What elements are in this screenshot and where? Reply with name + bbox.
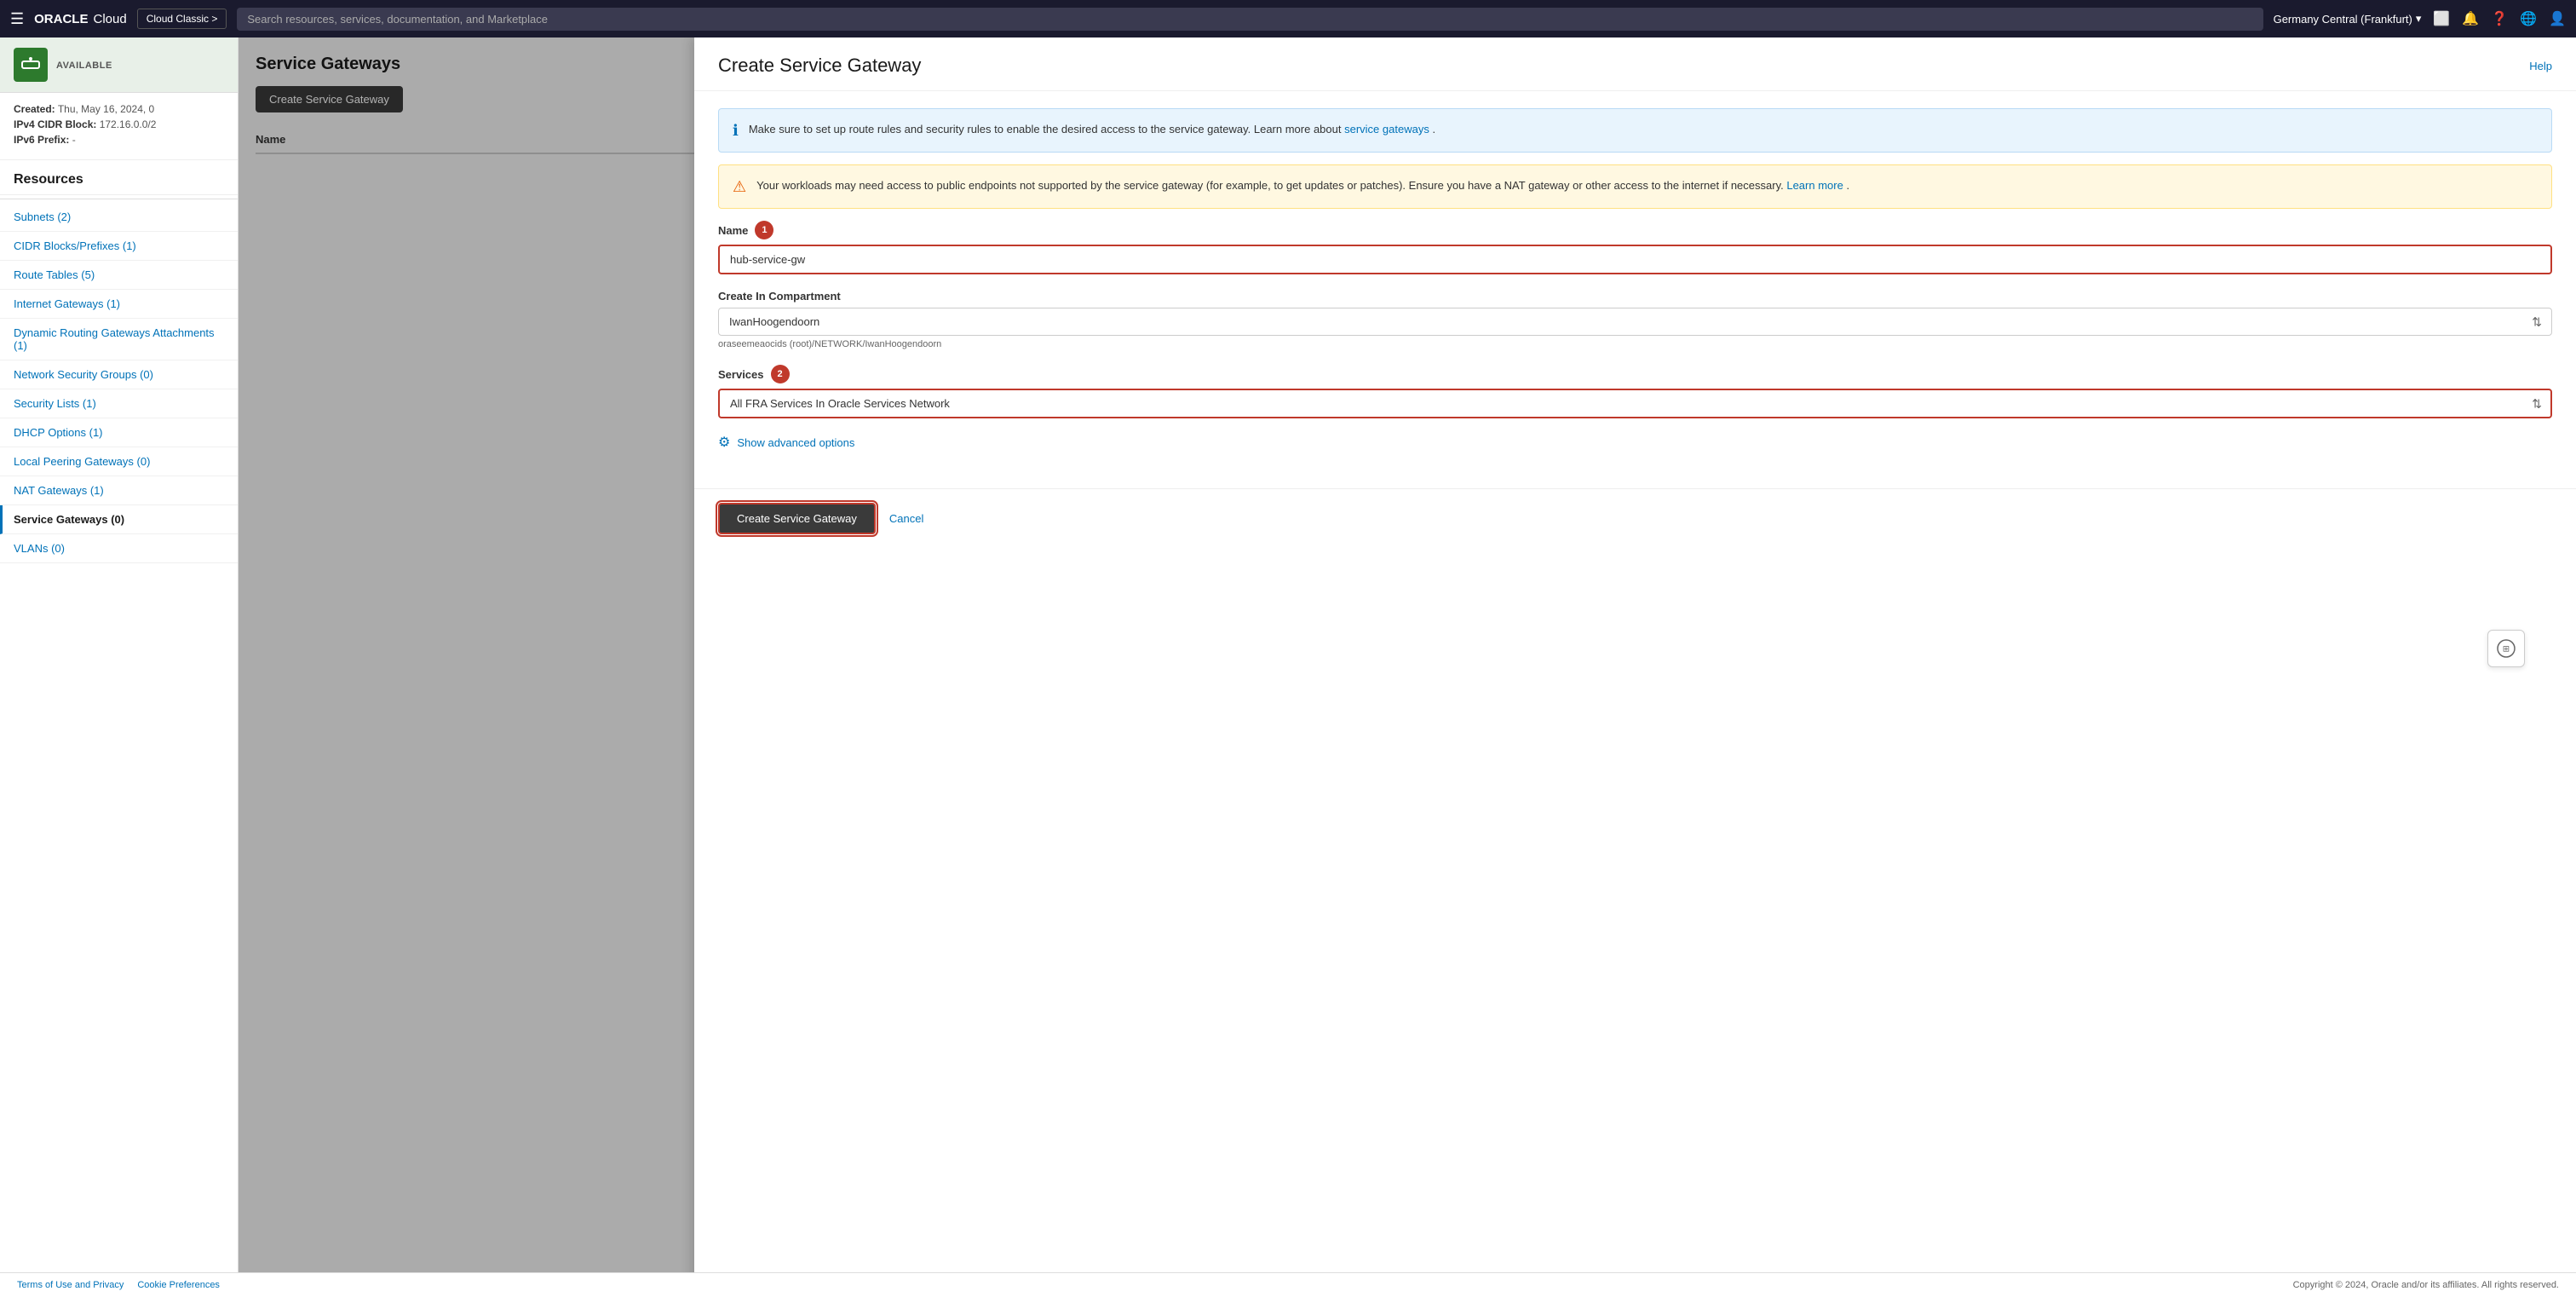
services-form-group: Services 2 All FRA Services In Oracle Se…	[718, 365, 2552, 418]
compartment-select[interactable]: IwanHoogendoorn	[718, 308, 2552, 336]
name-step-badge: 1	[755, 221, 773, 239]
warning-icon: ⚠	[733, 178, 746, 196]
dialog-body: ℹ Make sure to set up route rules and se…	[694, 91, 2576, 488]
help-link[interactable]: Help	[2529, 60, 2552, 72]
footer-copyright: Copyright © 2024, Oracle and/or its affi…	[2293, 1280, 2559, 1290]
sidebar-item-nat-gateways[interactable]: NAT Gateways (1)	[0, 476, 238, 505]
left-panel: AVAILABLE Created: Thu, May 16, 2024, 0 …	[0, 37, 239, 1297]
svg-text:⊞: ⊞	[2503, 645, 2510, 654]
show-advanced-options[interactable]: ⚙ Show advanced options	[718, 434, 2552, 451]
info-banner-blue: ℹ Make sure to set up route rules and se…	[718, 108, 2552, 153]
compartment-form-group: Create In Compartment IwanHoogendoorn ⇅ …	[718, 290, 2552, 349]
sidebar-item-network-security-groups[interactable]: Network Security Groups (0)	[0, 360, 238, 389]
warning-banner: ⚠ Your workloads may need access to publ…	[718, 164, 2552, 209]
learn-more-link[interactable]: Learn more	[1786, 179, 1843, 192]
compartment-select-wrapper: IwanHoogendoorn ⇅	[718, 308, 2552, 336]
main-layout: AVAILABLE Created: Thu, May 16, 2024, 0 …	[0, 37, 2576, 1297]
cloud-classic-button[interactable]: Cloud Classic >	[137, 9, 227, 29]
language-icon[interactable]: 🌐	[2520, 10, 2537, 27]
services-select[interactable]: All FRA Services In Oracle Services Netw…	[718, 389, 2552, 418]
resources-heading: Resources	[0, 160, 238, 195]
vcn-status-info: AVAILABLE	[56, 59, 112, 71]
sidebar-item-dhcp-options[interactable]: DHCP Options (1)	[0, 418, 238, 447]
notifications-icon[interactable]: 🔔	[2462, 10, 2479, 27]
sidebar-item-subnets[interactable]: Subnets (2)	[0, 203, 238, 232]
compartment-label: Create In Compartment	[718, 290, 2552, 303]
created-info: Created: Thu, May 16, 2024, 0	[14, 103, 224, 115]
sidebar-item-internet-gateways[interactable]: Internet Gateways (1)	[0, 290, 238, 319]
ipv6-info: IPv6 Prefix: -	[14, 134, 224, 146]
main-content: Service Gateways Create Service Gateway …	[239, 37, 2576, 1297]
sidebar-item-cidr-blocks[interactable]: CIDR Blocks/Prefixes (1)	[0, 232, 238, 261]
cancel-link[interactable]: Cancel	[889, 512, 923, 525]
sidebar-item-vlans[interactable]: VLANs (0)	[0, 534, 238, 563]
dialog-footer: Create Service Gateway Cancel	[694, 488, 2576, 548]
help-widget[interactable]: ⊞	[2487, 630, 2525, 667]
name-input[interactable]	[718, 245, 2552, 274]
services-step-badge: 2	[771, 365, 790, 383]
sidebar-item-service-gateways[interactable]: Service Gateways (0)	[0, 505, 238, 534]
terms-link[interactable]: Terms of Use and Privacy	[17, 1280, 124, 1290]
services-select-wrapper: All FRA Services In Oracle Services Netw…	[718, 389, 2552, 418]
dialog-title: Create Service Gateway	[718, 55, 921, 77]
info-banner-text: Make sure to set up route rules and secu…	[749, 121, 1435, 138]
create-service-gateway-dialog: Create Service Gateway Help ℹ Make sure …	[694, 37, 2576, 1297]
create-service-gateway-button-main[interactable]: Create Service Gateway	[718, 503, 876, 534]
vcn-status-badge: AVAILABLE	[56, 61, 112, 71]
top-navigation: ☰ ORACLE Cloud Cloud Classic > Germany C…	[0, 0, 2576, 37]
oracle-logo: ORACLE Cloud	[34, 12, 127, 26]
search-input[interactable]	[237, 8, 2263, 31]
code-editor-icon[interactable]: ⬜	[2433, 10, 2450, 27]
vcn-header: AVAILABLE	[0, 37, 238, 93]
cookie-preferences-link[interactable]: Cookie Preferences	[137, 1280, 220, 1290]
hamburger-menu-icon[interactable]: ☰	[10, 10, 24, 28]
name-label: Name 1	[718, 221, 2552, 239]
sidebar-item-route-tables[interactable]: Route Tables (5)	[0, 261, 238, 290]
help-icon[interactable]: ❓	[2491, 10, 2508, 27]
ipv4-info: IPv4 CIDR Block: 172.16.0.0/2	[14, 118, 224, 130]
dialog-header: Create Service Gateway Help	[694, 37, 2576, 91]
nav-right-section: Germany Central (Frankfurt) ▾ ⬜ 🔔 ❓ 🌐 👤	[2274, 10, 2566, 27]
info-icon: ℹ	[733, 122, 739, 140]
vcn-info-section: Created: Thu, May 16, 2024, 0 IPv4 CIDR …	[0, 93, 238, 160]
region-selector[interactable]: Germany Central (Frankfurt) ▾	[2274, 12, 2422, 26]
sidebar-item-security-lists[interactable]: Security Lists (1)	[0, 389, 238, 418]
services-label: Services 2	[718, 365, 2552, 383]
footer-links: Terms of Use and Privacy Cookie Preferen…	[17, 1280, 220, 1290]
sidebar-item-drg-attachments[interactable]: Dynamic Routing Gateways Attachments (1)	[0, 319, 238, 360]
page-footer: Terms of Use and Privacy Cookie Preferen…	[0, 1272, 2576, 1297]
service-gateways-link[interactable]: service gateways	[1344, 123, 1429, 135]
vcn-icon	[14, 48, 48, 82]
user-profile-icon[interactable]: 👤	[2549, 10, 2566, 27]
compartment-hint: oraseemeaocids (root)/NETWORK/IwanHoogen…	[718, 339, 2552, 349]
name-form-group: Name 1	[718, 221, 2552, 274]
sidebar-item-local-peering-gateways[interactable]: Local Peering Gateways (0)	[0, 447, 238, 476]
advanced-options-icon: ⚙	[718, 434, 730, 451]
warning-banner-text: Your workloads may need access to public…	[756, 177, 1849, 194]
